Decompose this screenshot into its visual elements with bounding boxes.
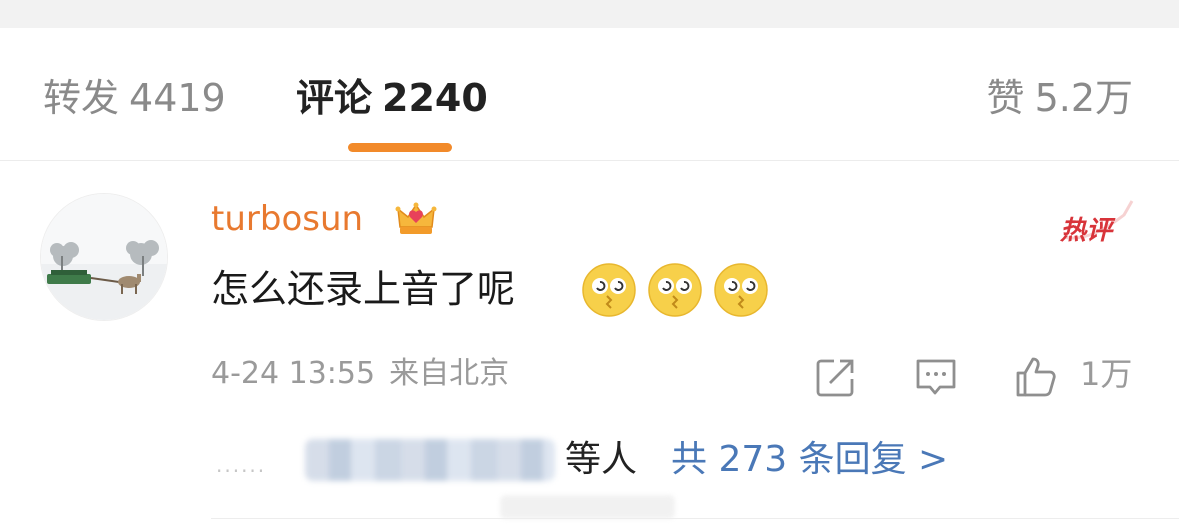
view-replies-link[interactable]: 共 273 条回复 > <box>671 436 948 484</box>
reply-dots: ······ <box>216 459 267 483</box>
tab-likes[interactable]: 赞 5.2万 <box>987 74 1133 122</box>
blurred-reply-names <box>305 439 555 481</box>
comment-timestamp: 4-24 13:55 <box>211 356 376 391</box>
share-icon[interactable] <box>814 355 858 399</box>
avatar[interactable] <box>40 193 168 321</box>
comment-username[interactable]: turbosun <box>211 197 363 241</box>
comment-text: 怎么还录上音了呢 <box>211 267 516 311</box>
crown-icon <box>395 202 437 234</box>
comment-meta: 4-24 13:55 来自北京 <box>211 354 509 394</box>
hot-badge-label: 热评 <box>1059 216 1116 246</box>
tab-comments[interactable]: 评论 2240 <box>296 74 488 122</box>
comment-icon[interactable] <box>914 355 958 399</box>
watermark-blur <box>500 495 675 519</box>
tab-comments-label: 评论 <box>296 76 373 120</box>
comment-item: turbosun 热评 怎么还录上音了呢 4-24 13:55 来自北京 1万 … <box>0 161 1179 524</box>
thumbs-up-icon[interactable] <box>1014 355 1058 399</box>
active-tab-underline <box>348 143 452 152</box>
like-count: 1万 <box>1080 355 1133 393</box>
dizzy-face-emoji <box>582 263 636 317</box>
dizzy-face-emoji <box>714 263 768 317</box>
comment-tabs-bar: 转发 4419 评论 2240 赞 5.2万 <box>0 28 1179 161</box>
comment-location: 来自北京 <box>389 356 510 391</box>
tab-repost-count: 4419 <box>129 76 226 120</box>
comment-divider <box>211 518 1179 519</box>
tab-comments-count: 2240 <box>382 76 488 120</box>
dizzy-face-emoji <box>648 263 702 317</box>
tab-likes-label: 赞 <box>986 76 1025 120</box>
tab-repost[interactable]: 转发 4419 <box>43 74 226 122</box>
avatar-snow-scene-image <box>41 194 167 320</box>
reply-others-text: 等人 <box>565 439 638 480</box>
hot-comment-badge: 热评 <box>1059 200 1134 246</box>
top-strip <box>0 0 1179 28</box>
tab-repost-label: 转发 <box>43 76 120 120</box>
tab-likes-count: 5.2万 <box>1034 76 1133 120</box>
